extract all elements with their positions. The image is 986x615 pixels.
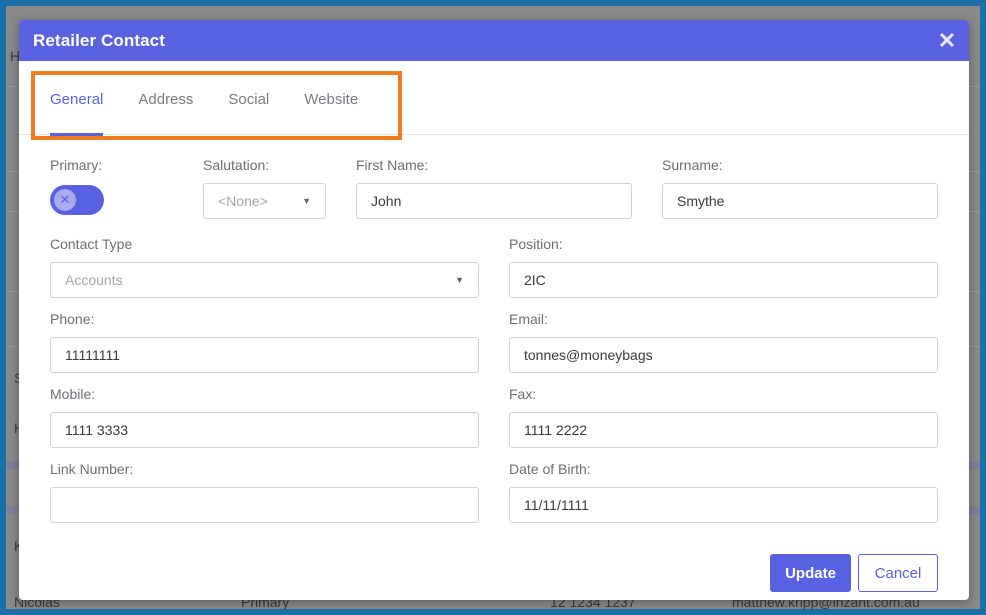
close-icon[interactable]: ✕ xyxy=(937,29,957,51)
contact-type-value: Accounts xyxy=(65,272,123,288)
contact-type-label: Contact Type xyxy=(50,236,133,252)
mobile-label: Mobile: xyxy=(50,386,96,402)
cancel-button[interactable]: Cancel xyxy=(858,554,938,592)
salutation-value: <None> xyxy=(218,193,268,209)
tab-general[interactable]: General xyxy=(50,61,120,136)
primary-label: Primary: xyxy=(50,157,103,173)
tab-website[interactable]: Website xyxy=(304,61,375,135)
salutation-label: Salutation: xyxy=(203,157,270,173)
phone-input[interactable] xyxy=(50,337,479,373)
surname-input[interactable] xyxy=(662,183,938,219)
contact-type-select[interactable]: Accounts ▼ xyxy=(50,262,479,298)
tab-bar: General Address Social Website xyxy=(19,61,969,140)
date-of-birth-label: Date of Birth: xyxy=(509,461,591,477)
toggle-x-icon: ✕ xyxy=(54,189,76,211)
salutation-select[interactable]: <None> ▼ xyxy=(203,183,326,219)
link-number-label: Link Number: xyxy=(50,461,134,477)
tab-social[interactable]: Social xyxy=(228,61,286,135)
primary-toggle[interactable]: ✕ xyxy=(50,185,104,215)
link-number-input[interactable] xyxy=(50,487,479,523)
mobile-input[interactable] xyxy=(50,412,479,448)
dialog-title: Retailer Contact xyxy=(33,30,165,50)
retailer-contact-dialog: Retailer Contact ✕ General Address Socia… xyxy=(19,20,969,600)
position-label: Position: xyxy=(509,236,563,252)
tab-address[interactable]: Address xyxy=(138,61,210,135)
chevron-down-icon: ▼ xyxy=(455,275,464,285)
chevron-down-icon: ▼ xyxy=(302,196,311,206)
general-form: Primary: ✕ Salutation: <None> ▼ First Na… xyxy=(19,135,969,600)
date-of-birth-input[interactable] xyxy=(509,487,938,523)
position-input[interactable] xyxy=(509,262,938,298)
update-button[interactable]: Update xyxy=(770,554,851,592)
email-label: Email: xyxy=(509,311,548,327)
first-name-input[interactable] xyxy=(356,183,632,219)
fax-label: Fax: xyxy=(509,386,537,402)
email-input[interactable] xyxy=(509,337,938,373)
phone-label: Phone: xyxy=(50,311,95,327)
first-name-label: First Name: xyxy=(356,157,429,173)
dialog-header: Retailer Contact ✕ xyxy=(19,20,969,61)
fax-input[interactable] xyxy=(509,412,938,448)
surname-label: Surname: xyxy=(662,157,723,173)
